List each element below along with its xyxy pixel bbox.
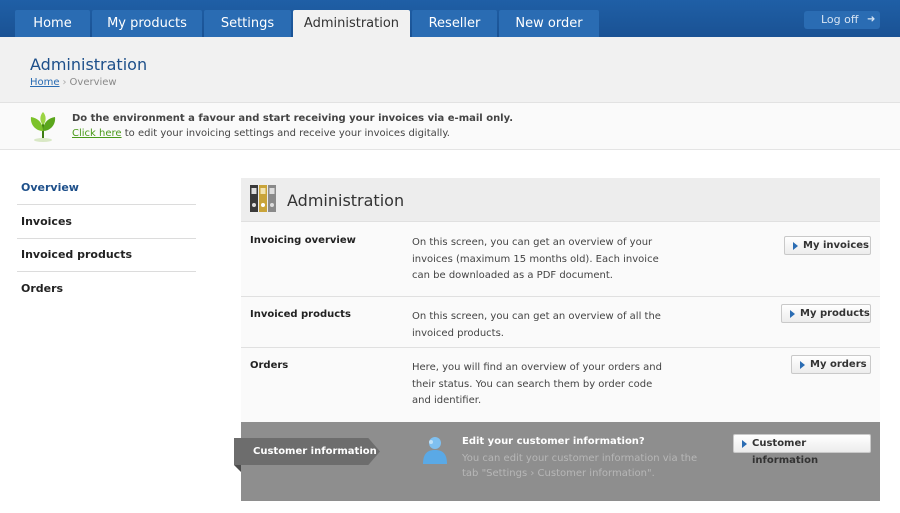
sidebar-item-invoices[interactable]: Invoices xyxy=(17,205,196,239)
play-arrow-icon xyxy=(742,440,747,448)
banner-title: Do the environment a favour and start re… xyxy=(72,113,514,124)
breadcrumb-home-link[interactable]: Home xyxy=(30,77,60,88)
logoff-label: Log off xyxy=(821,13,859,26)
arrow-right-icon: ➜ xyxy=(867,14,876,25)
customer-information-label: Customer information xyxy=(752,438,819,466)
eco-banner: Do the environment a favour and start re… xyxy=(0,103,900,150)
tab-home[interactable]: Home xyxy=(15,10,90,37)
row-description: Here, you will find an overview of your … xyxy=(412,362,662,406)
tag-fold xyxy=(234,465,241,472)
logoff-button[interactable]: Log off ➜ xyxy=(804,11,880,29)
row-title: Orders xyxy=(250,360,289,371)
row-title: Invoicing overview xyxy=(250,235,356,246)
page-header: Administration Home › Overview xyxy=(0,37,900,103)
panel-header: Administration xyxy=(241,178,880,222)
row-description: On this screen, you can get an overview … xyxy=(412,311,661,339)
person-icon xyxy=(423,437,447,464)
top-navigation: Home My products Settings Administration… xyxy=(0,0,900,37)
page-title: Administration xyxy=(30,55,148,74)
sidebar-item-overview[interactable]: Overview xyxy=(17,171,196,205)
sidebar-item-orders[interactable]: Orders xyxy=(17,272,196,306)
tab-reseller[interactable]: Reseller xyxy=(412,10,497,37)
my-invoices-label: My invoices xyxy=(803,240,869,251)
row-description: On this screen, you can get an overview … xyxy=(412,237,659,281)
binders-icon xyxy=(250,185,276,212)
sidebar-item-invoiced-products[interactable]: Invoiced products xyxy=(17,238,196,272)
leaf-icon xyxy=(30,112,56,142)
banner-text: Click here to edit your invoicing settin… xyxy=(72,128,450,139)
play-arrow-icon xyxy=(790,310,795,318)
my-orders-button[interactable]: My orders xyxy=(791,355,871,374)
customer-text: You can edit your customer information v… xyxy=(462,453,698,479)
play-arrow-icon xyxy=(793,242,798,250)
banner-text-rest: to edit your invoicing settings and rece… xyxy=(121,128,450,139)
tab-settings[interactable]: Settings xyxy=(204,10,291,37)
play-arrow-icon xyxy=(800,361,805,369)
my-invoices-button[interactable]: My invoices xyxy=(784,236,871,255)
customer-title: Edit your customer information? xyxy=(462,436,645,447)
row-invoiced-products: Invoiced products On this screen, you ca… xyxy=(241,297,880,348)
panel-title: Administration xyxy=(287,191,405,210)
breadcrumb-current: Overview xyxy=(69,77,117,88)
customer-information-button[interactable]: Customer information xyxy=(733,434,871,466)
row-orders: Orders Here, you will find an overview o… xyxy=(241,348,880,422)
breadcrumb: Home › Overview xyxy=(30,77,117,88)
tab-administration[interactable]: Administration xyxy=(293,10,410,37)
row-invoicing-overview: Invoicing overview On this screen, you c… xyxy=(241,223,880,297)
row-title: Invoiced products xyxy=(250,309,351,320)
breadcrumb-separator: › xyxy=(62,77,67,88)
tab-my-products[interactable]: My products xyxy=(92,10,202,37)
my-products-button[interactable]: My products xyxy=(781,304,871,323)
my-products-label: My products xyxy=(800,308,870,319)
banner-click-here-link[interactable]: Click here xyxy=(72,128,122,139)
tab-new-order[interactable]: New order xyxy=(499,10,599,37)
my-orders-label: My orders xyxy=(810,359,867,370)
customer-information-tag: Customer information xyxy=(234,438,380,465)
